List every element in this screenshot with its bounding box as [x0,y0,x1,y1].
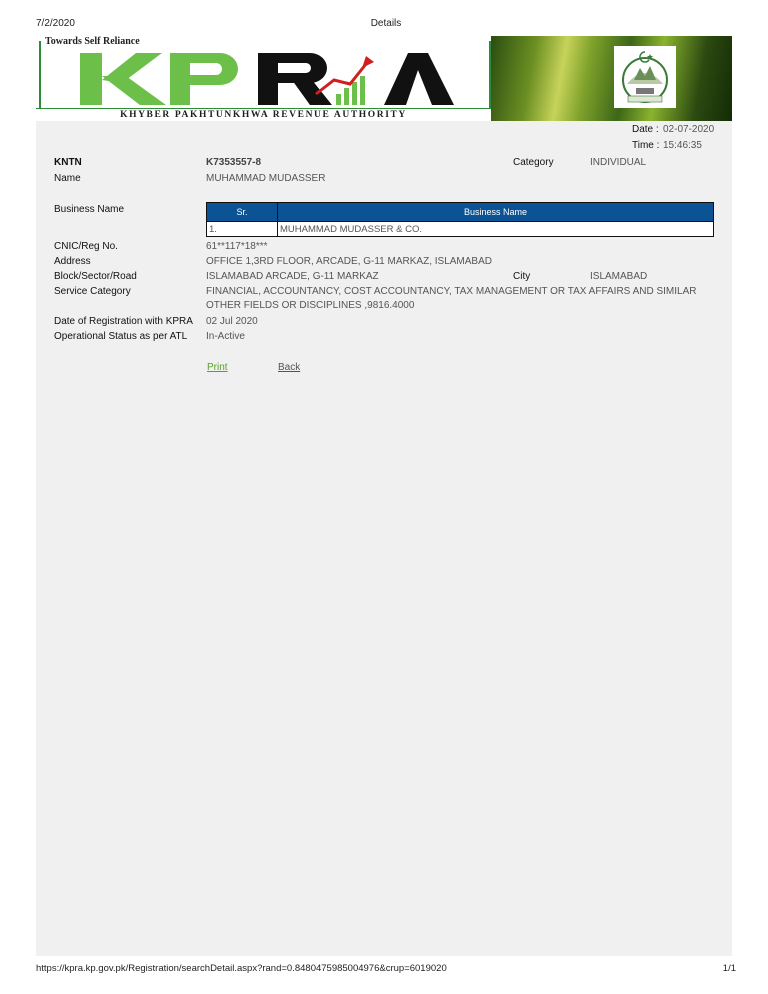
print-header: 7/2/2020 Details [36,18,736,32]
kpra-logo: Towards Self Reliance KHYBER PAKHTUNKHWA… [36,36,491,121]
print-footer: https://kpra.kp.gov.pk/Registration/sear… [36,963,736,977]
table-row: 1. MUHAMMAD MUDASSER & CO. [206,221,714,237]
table-header-sr: Sr. [206,202,278,222]
table-cell-business-name: MUHAMMAD MUDASSER & CO. [277,221,714,237]
category-value: INDIVIDUAL [590,157,647,168]
banner-green-panel [491,36,732,121]
kntn-value: K7353557-8 [206,157,262,168]
table-header-row: Sr. Business Name [206,202,714,222]
service-category-value-line1: FINANCIAL, ACCOUNTANCY, COST ACCOUNTANCY… [206,286,697,297]
block-label: Block/Sector/Road [54,271,137,282]
kpra-banner: Towards Self Reliance KHYBER PAKHTUNKHWA… [36,36,732,121]
business-name-label: Business Name [54,204,125,215]
time-label: Time : [632,140,660,151]
logo-authority-text: KHYBER PAKHTUNKHWA REVENUE AUTHORITY [36,108,491,121]
operational-status-label: Operational Status as per ATL [54,331,188,342]
block-value: ISLAMABAD ARCADE, G-11 MARKAZ [206,271,379,282]
logo-tagline: Towards Self Reliance [42,36,143,47]
service-category-value-line2: OTHER FIELDS OR DISCIPLINES ,9816.4000 [206,300,415,311]
city-value: ISLAMABAD [590,271,648,282]
table-header-business-name: Business Name [277,202,714,222]
date-value: 02-07-2020 [663,124,715,135]
registration-date-value: 02 Jul 2020 [206,316,258,327]
city-label: City [513,271,531,282]
cnic-label: CNIC/Reg No. [54,241,118,252]
address-value: OFFICE 1,3RD FLOOR, ARCADE, G-11 MARKAZ,… [206,256,492,267]
cnic-value: 61**117*18*** [206,241,268,252]
name-value: MUHAMMAD MUDASSER [206,173,326,184]
kp-emblem-icon [614,46,676,108]
category-label: Category [513,157,554,168]
address-label: Address [54,256,91,267]
print-url: https://kpra.kp.gov.pk/Registration/sear… [36,963,447,974]
table-cell-sr: 1. [206,221,278,237]
time-value: 15:46:35 [663,140,702,151]
kntn-label: KNTN [54,157,82,168]
operational-status-value: In-Active [206,331,245,342]
back-link[interactable]: Back [278,362,300,373]
kpra-logo-icon [80,53,454,105]
date-label: Date : [632,124,659,135]
print-page-number: 1/1 [722,963,736,974]
registration-date-label: Date of Registration with KPRA [54,316,193,327]
print-title: Details [370,18,402,29]
page-content: Towards Self Reliance KHYBER PAKHTUNKHWA… [36,36,732,956]
name-label: Name [54,173,81,184]
business-table: Sr. Business Name 1. MUHAMMAD MUDASSER &… [206,202,714,237]
service-category-label: Service Category [54,286,131,297]
print-link[interactable]: Print [207,362,228,373]
